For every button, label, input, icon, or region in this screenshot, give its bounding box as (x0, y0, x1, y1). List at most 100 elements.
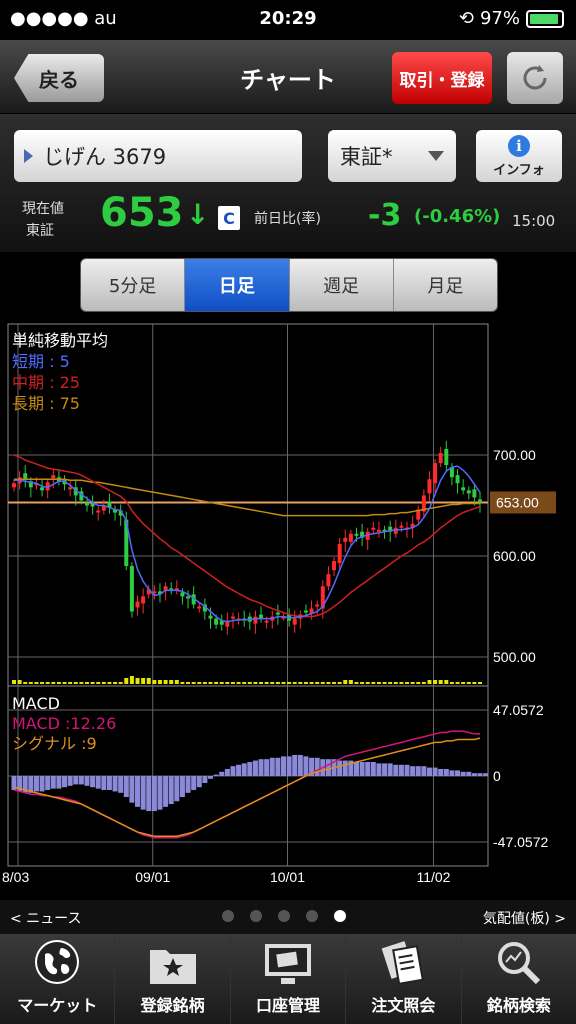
current-price: 653 (100, 190, 184, 236)
candle-body (292, 618, 297, 625)
candle-body (337, 543, 342, 564)
volume-bar (214, 682, 219, 684)
macd-histogram-bar (33, 776, 39, 792)
macd-legend-value: MACD :12.26 (12, 714, 117, 733)
candle-body (40, 487, 45, 491)
candle-body (433, 463, 438, 484)
volume-bar (438, 680, 443, 684)
candle-body (332, 561, 337, 571)
volume-bar (326, 682, 331, 684)
volume-bar (421, 682, 426, 684)
volume-bar (219, 682, 224, 684)
macd-histogram-bar (370, 761, 376, 776)
page-dot[interactable] (278, 910, 290, 922)
nav-bar: 戻る チャート 取引・登録 (0, 40, 576, 114)
macd-histogram-bar (56, 776, 62, 789)
volume-bar (472, 682, 477, 684)
macd-histogram-bar (432, 767, 438, 776)
volume-bar (141, 678, 146, 684)
change-label: 前日比(率) (254, 211, 321, 227)
tab-account-label: 口座管理 (256, 996, 321, 1015)
documents-icon (382, 941, 425, 985)
page-indicator[interactable] (222, 910, 346, 922)
volume-bar (298, 682, 303, 684)
page-dot[interactable] (334, 910, 346, 922)
status-bar: ●●●●● au 20:29 ⟲ 97% (0, 0, 576, 40)
macd-histogram-bar (264, 759, 270, 776)
volume-bar (382, 682, 387, 684)
volume-bar (455, 682, 460, 684)
macd-histogram-bar (62, 776, 68, 788)
macd-histogram-bar (219, 771, 225, 776)
volume-bar (34, 682, 39, 684)
stock-name: じげん 3679 (43, 145, 167, 169)
macd-histogram-bar (78, 776, 84, 785)
tab-daily[interactable]: 日足 (185, 259, 290, 311)
macd-histogram-bar (202, 776, 208, 784)
tab-watchlist[interactable]: 登録銘柄 (115, 934, 231, 1024)
candle-body (376, 529, 381, 532)
refresh-button[interactable] (507, 52, 563, 104)
chart-area[interactable]: 700.00 600.00 500.00 653.00 47.0572 0 -47.0572… (0, 320, 576, 900)
volume-bar (152, 680, 157, 684)
candle-body (444, 448, 449, 466)
volume-bar (416, 682, 421, 684)
tab-account[interactable]: 口座管理 (230, 934, 347, 1024)
volume-bar (399, 682, 404, 684)
lock-rotation-icon: ⟲ (458, 8, 474, 29)
current-price-label: 653.00 (496, 494, 539, 510)
volume-bar (56, 682, 61, 684)
volume-bar (259, 682, 264, 684)
macd-histogram-bar (269, 757, 275, 776)
volume-bar (202, 682, 207, 684)
symbol-selector[interactable]: じげん 3679 (14, 130, 302, 182)
macd-histogram-bar (325, 759, 331, 776)
tab-search[interactable]: 銘柄検索 (461, 934, 576, 1024)
price-change: -3 (368, 198, 402, 233)
candle-body (51, 475, 56, 479)
mid-ma-line (13, 454, 481, 618)
volume-bar (461, 682, 466, 684)
volume-bar (12, 680, 16, 684)
exchange-select[interactable]: 東証* (328, 130, 456, 182)
battery-percent: 97% (479, 8, 520, 29)
macd-histogram-bar (196, 776, 202, 788)
macd-histogram-bar (230, 766, 236, 776)
page-dot[interactable] (306, 910, 318, 922)
macd-histogram-bar (466, 771, 472, 776)
volume-bar (17, 680, 22, 684)
volume-bar (388, 682, 393, 684)
macd-histogram-bar (224, 768, 230, 776)
macd-histogram-bar (421, 766, 427, 776)
news-link[interactable]: < ニュース (10, 908, 81, 928)
volume-bar (84, 682, 89, 684)
volume-bar (332, 682, 337, 684)
order-book-link[interactable]: 気配値(板) > (483, 908, 566, 928)
info-button[interactable]: i インフォ (476, 130, 562, 182)
macd-histogram-bar (151, 776, 157, 812)
volume-bar (371, 682, 376, 684)
tab-monthly[interactable]: 月足 (393, 259, 497, 311)
volume-bar (281, 682, 286, 684)
volume-bar (208, 682, 213, 684)
page-dot[interactable] (250, 910, 262, 922)
tab-5min[interactable]: 5分足 (81, 259, 186, 311)
battery-indicator: ⟲ 97% (459, 8, 564, 29)
volume-bar (51, 682, 56, 684)
page-dot[interactable] (222, 910, 234, 922)
candle-body (348, 533, 353, 542)
volume-bar (478, 682, 482, 684)
macd-histogram-bar (280, 756, 286, 776)
macd-histogram-bar (438, 768, 444, 776)
macd-histogram-bar (168, 776, 174, 805)
candle-body (230, 616, 235, 619)
tab-orders[interactable]: 注文照会 (346, 934, 462, 1024)
candle-body (264, 620, 269, 623)
stock-info-panel: じげん 3679 東証* i インフォ 現在値 東証 653 ↓ C 前日比(率… (0, 114, 576, 252)
volume-bar (247, 682, 252, 684)
tab-weekly[interactable]: 週足 (289, 259, 394, 311)
tab-market[interactable]: マーケット (0, 934, 116, 1024)
star-folder-icon (149, 950, 196, 984)
macd-histogram-bar (337, 760, 343, 776)
trade-register-button[interactable]: 取引・登録 (392, 52, 492, 104)
